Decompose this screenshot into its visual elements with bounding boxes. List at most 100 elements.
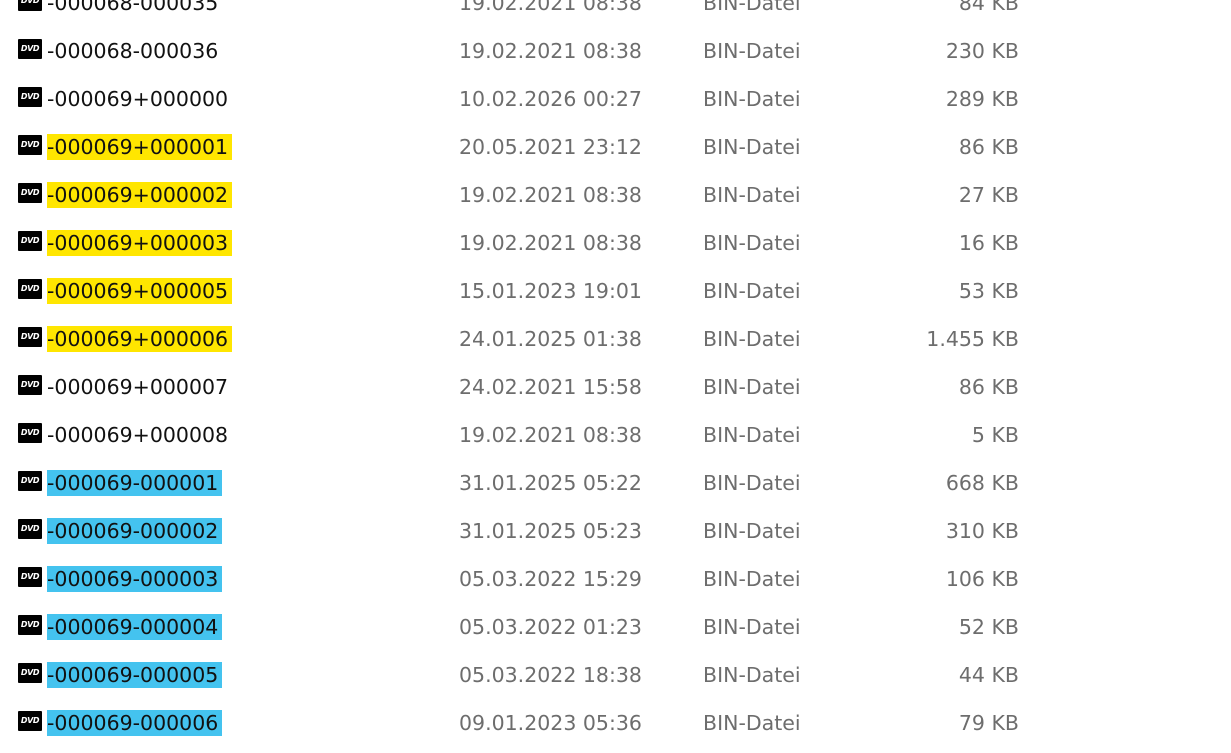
dvd-file-icon: DVD [18,87,42,107]
file-date: 31.01.2025 05:23 [459,519,642,543]
file-size: 44 KB [958,663,1019,687]
dvd-file-icon: DVD [18,615,42,635]
icon-label: DVD [20,428,40,437]
icon-label: DVD [20,668,40,677]
file-name[interactable]: -000069-000005 [47,662,223,688]
icon-label: DVD [20,476,40,485]
file-size: 86 KB [958,375,1019,399]
file-date: 19.02.2021 08:38 [459,423,642,447]
dvd-file-icon: DVD [18,183,42,203]
file-size: 5 KB [971,423,1019,447]
file-type: BIN-Datei [703,327,801,351]
file-name[interactable]: -000069+000001 [47,134,233,160]
dvd-file-icon: DVD [18,471,42,491]
file-row[interactable]: DVD -000069+000001 20.05.2021 23:12 BIN-… [0,132,1231,180]
file-size: 27 KB [958,183,1019,207]
file-name[interactable]: -000069-000002 [47,518,223,544]
file-row[interactable]: DVD -000068-000036 19.02.2021 08:38 BIN-… [0,36,1231,84]
file-size: 84 KB [958,0,1019,15]
file-type: BIN-Datei [703,231,801,255]
file-type: BIN-Datei [703,567,801,591]
icon-label: DVD [20,140,40,149]
file-name[interactable]: -000068-000036 [47,38,222,64]
dvd-file-icon: DVD [18,231,42,251]
icon-label: DVD [20,524,40,533]
dvd-file-icon: DVD [18,567,42,587]
icon-label: DVD [20,92,40,101]
file-date: 09.01.2023 05:36 [459,711,642,735]
file-date: 19.02.2021 08:38 [459,0,642,15]
file-row[interactable]: DVD -000069-000004 05.03.2022 01:23 BIN-… [0,612,1231,660]
file-size: 1.455 KB [926,327,1019,351]
dvd-file-icon: DVD [18,327,42,347]
file-name[interactable]: -000069-000003 [47,566,223,592]
file-size: 79 KB [958,711,1019,735]
file-row[interactable]: DVD -000069-000003 05.03.2022 15:29 BIN-… [0,564,1231,612]
icon-label: DVD [20,380,40,389]
file-size: 668 KB [945,471,1019,495]
icon-label: DVD [20,572,40,581]
file-type: BIN-Datei [703,183,801,207]
file-date: 15.01.2023 19:01 [459,279,642,303]
icon-label: DVD [20,0,40,5]
file-name[interactable]: -000069-000006 [47,710,223,736]
icon-label: DVD [20,188,40,197]
file-row[interactable]: DVD -000069+000007 24.02.2021 15:58 BIN-… [0,372,1231,420]
file-type: BIN-Datei [703,711,801,735]
file-name[interactable]: -000069-000004 [47,614,223,640]
dvd-file-icon: DVD [18,375,42,395]
dvd-file-icon: DVD [18,711,42,731]
dvd-file-icon: DVD [18,423,42,443]
file-type: BIN-Datei [703,663,801,687]
file-row[interactable]: DVD -000069-000001 31.01.2025 05:22 BIN-… [0,468,1231,516]
file-size: 53 KB [958,279,1019,303]
file-type: BIN-Datei [703,279,801,303]
file-type: BIN-Datei [703,87,801,111]
file-type: BIN-Datei [703,615,801,639]
file-name[interactable]: -000069+000008 [47,422,232,448]
icon-label: DVD [20,332,40,341]
file-name[interactable]: -000069+000003 [47,230,233,256]
file-date: 31.01.2025 05:22 [459,471,642,495]
file-type: BIN-Datei [703,39,801,63]
file-row[interactable]: DVD -000068-000035 19.02.2021 08:38 BIN-… [0,0,1231,36]
file-list: DVD -000068-000035 19.02.2021 08:38 BIN-… [0,0,1231,753]
file-type: BIN-Datei [703,471,801,495]
file-size: 310 KB [945,519,1019,543]
file-type: BIN-Datei [703,375,801,399]
file-row[interactable]: DVD -000069+000005 15.01.2023 19:01 BIN-… [0,276,1231,324]
file-row[interactable]: DVD -000069-000005 05.03.2022 18:38 BIN-… [0,660,1231,708]
file-name[interactable]: -000069+000002 [47,182,233,208]
icon-label: DVD [20,236,40,245]
file-row[interactable]: DVD -000069-000002 31.01.2025 05:23 BIN-… [0,516,1231,564]
file-type: BIN-Datei [703,135,801,159]
file-name[interactable]: -000069+000007 [47,374,232,400]
file-row[interactable]: DVD -000069+000002 19.02.2021 08:38 BIN-… [0,180,1231,228]
file-row[interactable]: DVD -000069+000008 19.02.2021 08:38 BIN-… [0,420,1231,468]
file-name[interactable]: -000069+000005 [47,278,233,304]
icon-label: DVD [20,284,40,293]
file-row[interactable]: DVD -000069-000006 09.01.2023 05:36 BIN-… [0,708,1231,753]
file-name[interactable]: -000069+000006 [47,326,233,352]
file-size: 230 KB [945,39,1019,63]
file-name[interactable]: -000069+000000 [47,86,232,112]
dvd-file-icon: DVD [18,279,42,299]
file-date: 24.01.2025 01:38 [459,327,642,351]
file-date: 20.05.2021 23:12 [459,135,642,159]
file-date: 05.03.2022 15:29 [459,567,642,591]
icon-label: DVD [20,620,40,629]
file-date: 05.03.2022 01:23 [459,615,642,639]
dvd-file-icon: DVD [18,135,42,155]
file-name[interactable]: -000069-000001 [47,470,223,496]
file-row[interactable]: DVD -000069+000003 19.02.2021 08:38 BIN-… [0,228,1231,276]
dvd-file-icon: DVD [18,663,42,683]
file-date: 19.02.2021 08:38 [459,231,642,255]
file-name[interactable]: -000068-000035 [47,0,222,16]
file-row[interactable]: DVD -000069+000006 24.01.2025 01:38 BIN-… [0,324,1231,372]
dvd-file-icon: DVD [18,0,42,11]
file-row[interactable]: DVD -000069+000000 10.02.2026 00:27 BIN-… [0,84,1231,132]
file-type: BIN-Datei [703,519,801,543]
icon-label: DVD [20,44,40,53]
file-size: 106 KB [945,567,1019,591]
file-date: 19.02.2021 08:38 [459,183,642,207]
